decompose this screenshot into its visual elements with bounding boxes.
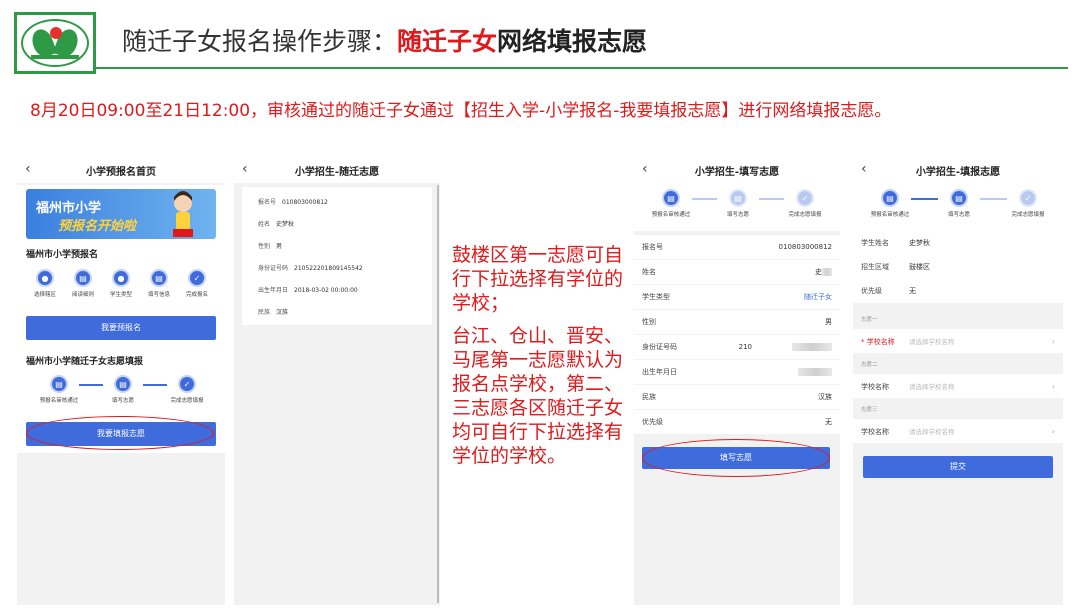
edit-icon: ▤ xyxy=(950,189,968,207)
info-row: 姓名 史梦秋 xyxy=(258,221,295,228)
preregister-steps: ● 选择辖区 ▤ 阅读细则 ● 学生类型 ▤ 填写信息 ✓ 完成报名 xyxy=(26,269,216,298)
section-title-preregister: 福州市小学预报名 xyxy=(26,250,99,260)
submit-button[interactable]: 提交 xyxy=(863,456,1053,478)
group-label: 志愿一 xyxy=(861,317,878,323)
location-icon: ● xyxy=(36,269,54,287)
highlight-oval xyxy=(642,439,830,477)
document-icon: ▤ xyxy=(881,189,899,207)
group-label: 志愿三 xyxy=(861,407,878,413)
progress-steps: ▤ 预报名审核通过 ▤ 填写志愿 ✓ 完成志愿填报 xyxy=(650,189,826,218)
school-select-3[interactable]: 学校名称 请选择学校名称 › xyxy=(853,419,1063,443)
page-title: 随迁子女报名操作步骤：随迁子女网络填报志愿 xyxy=(122,27,648,56)
field-row: 招生区域 鼓楼区 xyxy=(853,255,1063,279)
user-icon: ● xyxy=(112,269,130,287)
instruction-text-2: 台江、仓山、晋安、马尾第一志愿默认为报名点学校，第二、三志愿各区随迁子女均可自行… xyxy=(452,325,624,467)
field-row: 优先级无 xyxy=(634,410,840,434)
field-row: 出生年月日 xyxy=(634,360,840,384)
panel-divider xyxy=(437,185,439,603)
screen-title: 小学招生-填写志愿 xyxy=(694,166,780,178)
chevron-left-icon[interactable]: ‹ xyxy=(242,161,248,177)
edit-icon: ▤ xyxy=(114,375,132,393)
school-select-1[interactable]: * 学校名称 请选择学校名称 › xyxy=(853,329,1063,353)
phone-screen-home: ‹ 小学预报名首页 福州市小学 预报名开始啦 福州市小学预报名 ● 选择辖区 ▤ 阅… xyxy=(17,157,225,605)
promo-banner: 福州市小学 预报名开始啦 xyxy=(26,189,216,239)
student-info-card: 报名号 010803000812 姓名 史梦秋 性别男 身份证号码 210522201… xyxy=(242,187,432,325)
edit-icon: ▤ xyxy=(729,189,747,207)
phone-screen-fill-volunteer: ‹ 小学招生-填写志愿 ▤ 预报名审核通过 ▤ 填写志愿 ✓ 完成志愿填报 报名号 01… xyxy=(634,157,840,605)
section-title-volunteer: 福州市小学随迁子女志愿填报 xyxy=(26,357,144,367)
nav-bar: ‹ 小学预报名首页 xyxy=(17,157,225,183)
screen-title: 小学招生-随迁志愿 xyxy=(294,166,380,178)
info-row: 报名号 010803000812 xyxy=(258,199,328,206)
highlight-oval xyxy=(26,416,214,450)
check-icon: ✓ xyxy=(188,269,206,287)
field-row: 报名号 010803000812 xyxy=(634,235,840,259)
field-row: 学生类型 随迁子女 xyxy=(634,285,840,309)
nav-bar: ‹ 小学招生-填报志愿 xyxy=(853,157,1063,183)
school-logo xyxy=(14,12,96,74)
chevron-left-icon[interactable]: ‹ xyxy=(25,161,31,177)
field-row: 优先级无 xyxy=(853,279,1063,303)
check-icon: ✓ xyxy=(178,375,196,393)
phone-screen-submit-volunteer: ‹ 小学招生-填报志愿 ▤ 预报名审核通过 ▤ 填写志愿 ✓ 完成志愿填报 学生姓名史… xyxy=(853,157,1063,605)
check-icon: ✓ xyxy=(796,189,814,207)
group-label: 志愿二 xyxy=(861,362,878,368)
document-icon: ▤ xyxy=(662,189,680,207)
chevron-right-icon: › xyxy=(1051,381,1055,391)
volunteer-steps: ▤ 预报名审核通过 ▤ 填写志愿 ✓ 完成志愿填报 xyxy=(39,375,207,404)
field-row: 姓名史 xyxy=(634,260,840,284)
document-icon: ▤ xyxy=(50,375,68,393)
kid-illustration xyxy=(173,191,193,237)
field-row: 学生姓名 史梦秋 xyxy=(853,231,1063,255)
info-row: 身份证号码 210522201809145542 xyxy=(258,265,363,272)
info-row: 民族 汉族 xyxy=(258,309,289,316)
screen-title: 小学预报名首页 xyxy=(86,166,156,178)
info-row: 出生年月日 2018-03-02 00:00:00 xyxy=(258,287,358,294)
instruction-text-1: 鼓楼区第一志愿可自行下拉选择有学位的学校； xyxy=(452,244,624,314)
header-divider xyxy=(96,67,1068,69)
chevron-right-icon: › xyxy=(1051,426,1055,436)
notice-text: 8月20日09:00至21日12:00，审核通过的随迁子女通过【招生入学-小学报… xyxy=(30,101,892,121)
chevron-left-icon[interactable]: ‹ xyxy=(642,161,648,177)
chevron-left-icon[interactable]: ‹ xyxy=(861,161,867,177)
field-row: 性别男 xyxy=(634,310,840,334)
info-row: 性别男 xyxy=(258,243,283,250)
field-row: 身份证号码 210 xyxy=(634,335,840,359)
nav-bar: ‹ 小学招生-填写志愿 xyxy=(634,157,840,183)
school-select-2[interactable]: 学校名称 请选择学校名称 › xyxy=(853,374,1063,398)
document-icon: ▤ xyxy=(74,269,92,287)
progress-steps: ▤ 预报名审核通过 ▤ 填写志愿 ✓ 完成志愿填报 xyxy=(869,189,1049,218)
preregister-button[interactable]: 我要预报名 xyxy=(26,316,216,340)
check-icon: ✓ xyxy=(1019,189,1037,207)
phone-screen-info: ‹ 小学招生-随迁志愿 报名号 010803000812 姓名 史梦秋 性别男 身份… xyxy=(234,157,440,605)
edit-icon: ▤ xyxy=(150,269,168,287)
nav-bar: ‹ 小学招生-随迁志愿 xyxy=(234,157,440,183)
screen-title: 小学招生-填报志愿 xyxy=(915,166,1001,178)
field-row: 民族 汉族 xyxy=(634,385,840,409)
chevron-right-icon: › xyxy=(1051,336,1055,346)
